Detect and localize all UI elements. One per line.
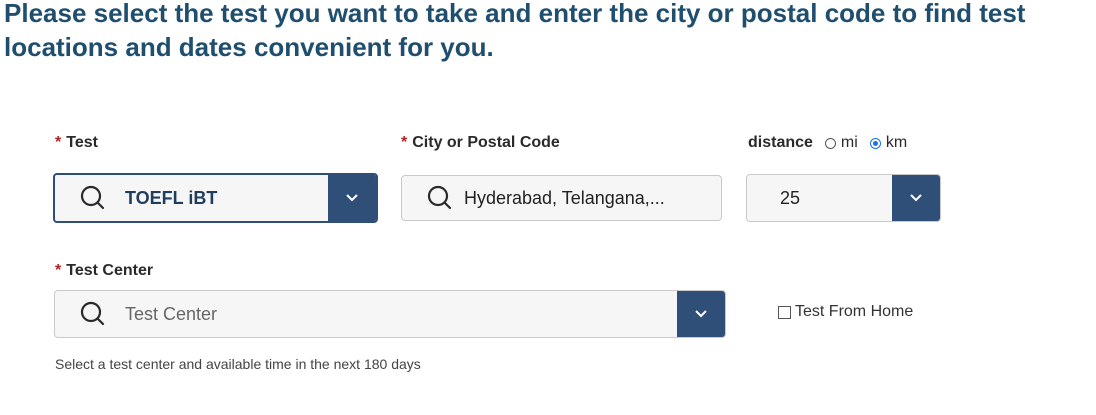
required-marker: * <box>55 262 62 279</box>
required-marker: * <box>55 134 62 151</box>
city-value: Hyderabad, Telangana,... <box>464 187 665 208</box>
mi-radio-label[interactable]: mi <box>841 134 858 152</box>
distance-label: distance <box>748 134 813 151</box>
chevron-down-icon <box>910 194 922 202</box>
mi-radio[interactable] <box>824 137 836 149</box>
city-label: * City or Postal Code <box>401 134 560 152</box>
test-center-placeholder: Test Center <box>125 303 218 324</box>
test-from-home-label[interactable]: Test From Home <box>795 303 913 321</box>
test-label-text: Test <box>66 134 98 151</box>
test-from-home-checkbox[interactable] <box>778 305 791 319</box>
chevron-down-icon <box>346 194 358 202</box>
city-input[interactable]: Hyderabad, Telangana,... <box>401 175 722 221</box>
test-select[interactable]: TOEFL iBT <box>53 173 378 223</box>
search-icon <box>427 185 452 210</box>
required-marker: * <box>401 134 408 151</box>
test-from-home-option[interactable]: Test From Home <box>778 303 913 321</box>
test-dropdown-button[interactable] <box>328 175 376 221</box>
test-center-dropdown-button[interactable] <box>677 291 725 337</box>
distance-value: 25 <box>780 187 801 208</box>
test-center-hint: Select a test center and available time … <box>55 356 421 372</box>
test-center-label-text: Test Center <box>66 262 154 279</box>
distance-dropdown-button[interactable] <box>892 175 940 221</box>
test-value: TOEFL iBT <box>125 187 218 208</box>
chevron-down-icon <box>695 310 707 318</box>
km-radio-label[interactable]: km <box>886 134 907 152</box>
distance-select[interactable]: 25 <box>746 174 941 222</box>
km-radio[interactable] <box>869 137 881 149</box>
page-heading: Please select the test you want to take … <box>4 0 1026 62</box>
test-label: * Test <box>55 134 98 152</box>
test-center-select[interactable]: Test Center <box>54 290 726 338</box>
search-icon <box>80 185 105 210</box>
city-label-text: City or Postal Code <box>412 134 560 151</box>
test-center-label: * Test Center <box>55 262 153 280</box>
search-icon <box>80 301 105 326</box>
distance-unit-group: distance mi km <box>748 134 919 152</box>
